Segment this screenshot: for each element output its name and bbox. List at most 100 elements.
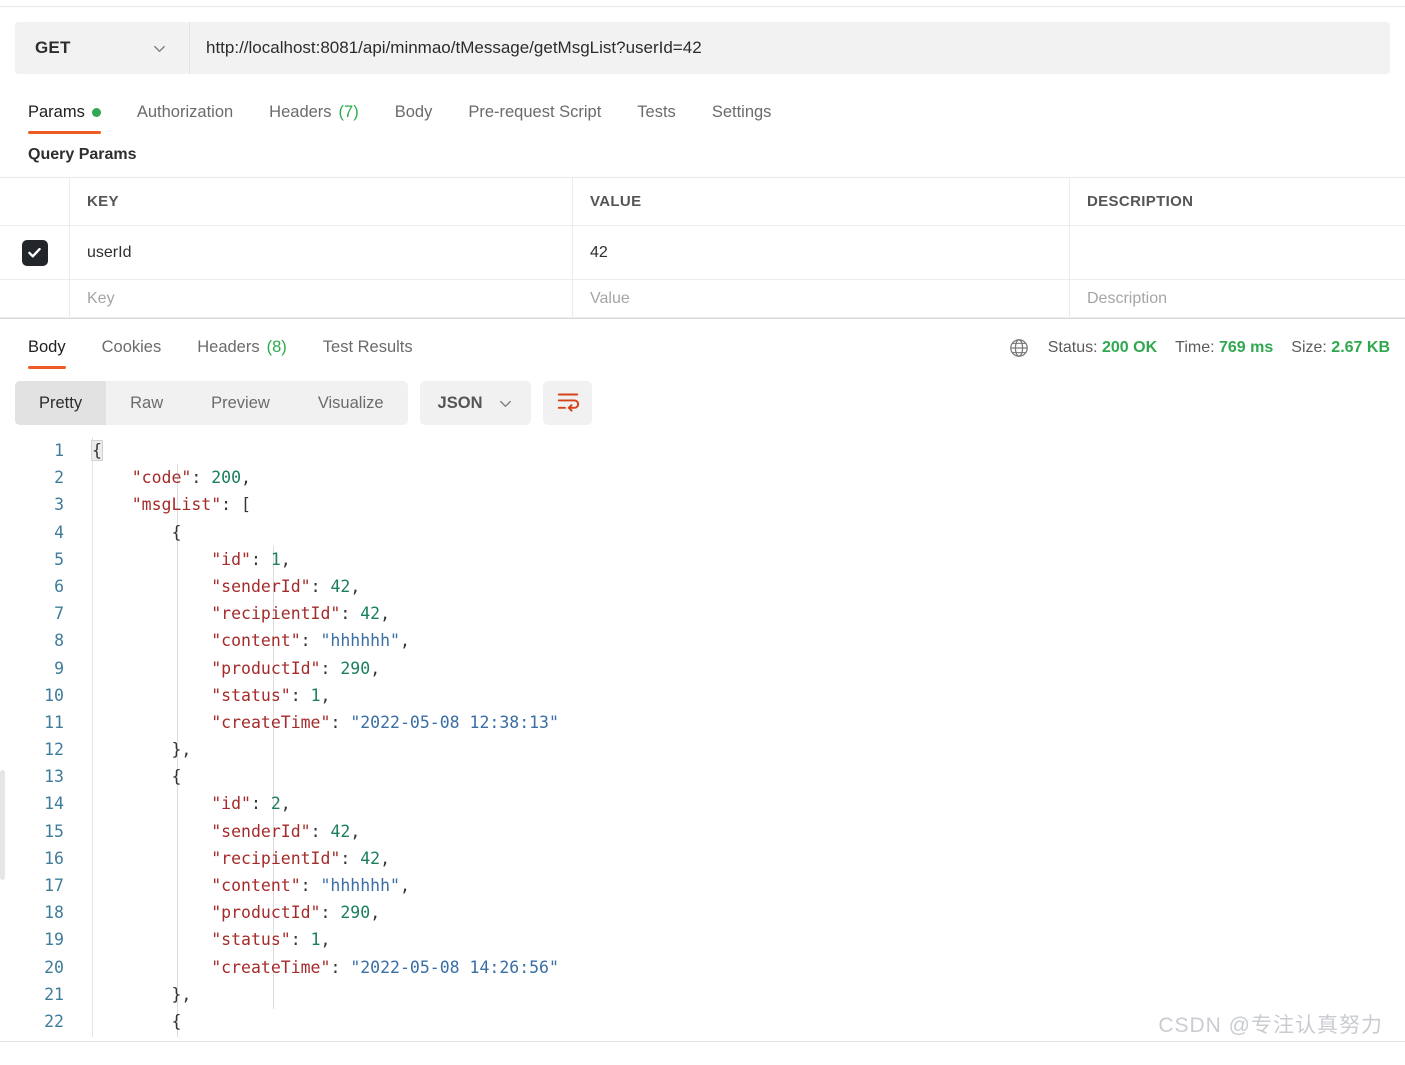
- json-line-text: {: [78, 763, 181, 790]
- json-token: ,: [370, 658, 381, 678]
- json-line-text: "content": "hhhhhh",: [78, 627, 410, 654]
- placeholder-value-input[interactable]: Value: [590, 290, 630, 308]
- response-body-viewer[interactable]: 1{2 "code": 200, 3 "msgList": [4 {5 "id":…: [0, 437, 1405, 1037]
- view-mode-preview[interactable]: Preview: [187, 381, 294, 425]
- json-token: "productId": [211, 658, 321, 678]
- json-token: :: [330, 957, 351, 977]
- param-key-input[interactable]: userId: [87, 244, 131, 262]
- column-header-description: DESCRIPTION: [1087, 193, 1194, 210]
- globe-icon[interactable]: [1008, 337, 1030, 359]
- json-token: "code": [131, 468, 192, 488]
- json-token: "senderId": [211, 821, 311, 841]
- json-line-text: {: [78, 519, 181, 546]
- json-token: {: [171, 1011, 182, 1031]
- json-token: "hhhhhh": [320, 876, 400, 895]
- response-language-selector[interactable]: JSON: [419, 381, 532, 425]
- time-label: Time:: [1175, 339, 1215, 356]
- response-tab-body[interactable]: Body: [15, 338, 84, 369]
- json-token: ,: [320, 930, 331, 950]
- window-top-strip: [0, 0, 1405, 7]
- json-token: },: [171, 740, 192, 760]
- json-token: "status": [211, 930, 291, 950]
- json-token: :: [300, 876, 321, 895]
- view-mode-visualize[interactable]: Visualize: [294, 381, 408, 425]
- json-token: :: [310, 821, 331, 841]
- json-token: ,: [241, 468, 251, 488]
- tab-params[interactable]: Params: [15, 103, 119, 134]
- tab-body[interactable]: Body: [377, 103, 451, 134]
- tab-headers-label: Headers: [269, 103, 332, 121]
- chevron-down-icon: [152, 41, 167, 56]
- tab-settings-label: Settings: [711, 103, 772, 121]
- tab-settings[interactable]: Settings: [694, 103, 790, 134]
- json-token: 290: [340, 903, 371, 923]
- table-header-row: KEY VALUE DESCRIPTION: [0, 178, 1405, 226]
- tab-body-label: Body: [394, 103, 433, 121]
- json-token: {: [171, 522, 182, 542]
- json-line-text: "status": 1,: [78, 926, 330, 953]
- header-checkbox-cell: [0, 178, 70, 225]
- line-number: 4: [54, 522, 64, 542]
- line-number: 9: [54, 658, 64, 678]
- response-tab-test-results-label: Test Results: [322, 338, 413, 356]
- response-format-toolbar: Pretty Raw Preview Visualize JSON: [0, 369, 1405, 425]
- json-token: :: [340, 848, 361, 868]
- table-row: userId 42: [0, 226, 1405, 280]
- json-token: 1: [310, 930, 321, 950]
- response-size-display: Size: 2.67 KB: [1291, 339, 1390, 357]
- json-token: 1: [310, 685, 321, 705]
- json-token: "id": [211, 794, 251, 814]
- json-token: :: [300, 631, 321, 651]
- param-value-input[interactable]: 42: [590, 244, 608, 262]
- json-token: :: [330, 712, 351, 732]
- json-token: "recipientId": [211, 848, 341, 868]
- response-tab-test-results[interactable]: Test Results: [305, 338, 431, 369]
- json-line: 17 "content": "hhhhhh",: [0, 872, 1405, 899]
- json-line-text: "senderId": 42,: [78, 818, 360, 845]
- json-line: 11 "createTime": "2022-05-08 12:38:13": [0, 709, 1405, 736]
- word-wrap-icon: [555, 389, 581, 418]
- tab-authorization[interactable]: Authorization: [119, 103, 251, 134]
- view-mode-raw[interactable]: Raw: [106, 381, 187, 425]
- view-mode-pretty[interactable]: Pretty: [15, 381, 107, 425]
- json-line-text: "productId": 290,: [78, 899, 380, 926]
- size-label: Size:: [1291, 339, 1327, 356]
- json-token: ,: [280, 549, 291, 569]
- view-mode-raw-label: Raw: [130, 393, 164, 412]
- json-line-text: {: [78, 1008, 181, 1035]
- response-tab-headers[interactable]: Headers (8): [179, 338, 305, 369]
- chevron-down-icon: [498, 396, 513, 411]
- json-line-text: },: [78, 736, 191, 763]
- tab-tests-label: Tests: [637, 103, 676, 121]
- http-method-selector[interactable]: GET: [15, 22, 190, 74]
- placeholder-description-input[interactable]: Description: [1087, 290, 1167, 308]
- param-enabled-checkbox[interactable]: [21, 239, 48, 266]
- response-status-group: Status: 200 OK Time: 769 ms Size: 2.67 K…: [1008, 337, 1390, 369]
- word-wrap-toggle-button[interactable]: [543, 381, 593, 425]
- json-token: ,: [280, 794, 291, 814]
- json-line: 21 },: [0, 981, 1405, 1008]
- response-tab-body-label: Body: [28, 338, 66, 356]
- json-line: 6 "senderId": 42,: [0, 573, 1405, 600]
- line-number: 20: [44, 957, 64, 977]
- url-input[interactable]: http://localhost:8081/api/minmao/tMessag…: [190, 22, 1390, 74]
- tab-tests[interactable]: Tests: [619, 103, 694, 134]
- line-number: 6: [54, 576, 64, 596]
- tab-pre-request-script[interactable]: Pre-request Script: [450, 103, 619, 134]
- status-value: 200 OK: [1102, 339, 1158, 356]
- response-tab-headers-label: Headers: [197, 338, 260, 356]
- tab-headers[interactable]: Headers (7): [251, 103, 377, 134]
- query-params-title: Query Params: [28, 146, 137, 163]
- json-line: 12 },: [0, 736, 1405, 763]
- viewer-scrollbar-thumb[interactable]: [0, 770, 5, 880]
- json-line: 13 {: [0, 763, 1405, 790]
- placeholder-key-input[interactable]: Key: [87, 290, 115, 308]
- line-number: 12: [44, 740, 64, 760]
- response-tab-cookies[interactable]: Cookies: [84, 338, 180, 369]
- query-params-table: KEY VALUE DESCRIPTION userId 42 Key Valu…: [0, 177, 1405, 318]
- response-time-display: Time: 769 ms: [1175, 339, 1273, 357]
- json-token: ,: [320, 685, 331, 705]
- line-number: 2: [54, 468, 64, 488]
- postman-window: GET http://localhost:8081/api/minmao/tMe…: [0, 0, 1405, 1065]
- json-token: 200: [211, 468, 242, 488]
